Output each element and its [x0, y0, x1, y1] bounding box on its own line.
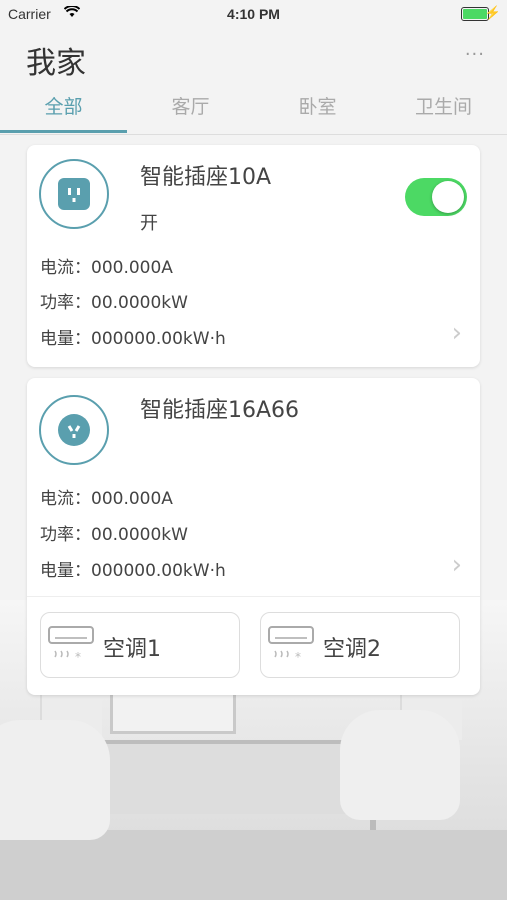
chevron-right-icon[interactable]: › — [452, 550, 462, 580]
svg-text:*: * — [295, 650, 301, 664]
tab-bedroom[interactable]: 卧室 — [254, 92, 381, 119]
status-bar: Carrier 4:10 PM ⚡ — [0, 0, 507, 28]
tab-living-room[interactable]: 客厅 — [127, 92, 254, 119]
device-card[interactable]: 智能插座16A66 电流：000.000A 功率：00.0000kW 电量：00… — [27, 378, 480, 695]
device-name: 智能插座10A — [140, 165, 272, 190]
divider — [27, 596, 480, 597]
ac-unit-label: 空调1 — [103, 637, 161, 662]
svg-text:*: * — [75, 650, 81, 664]
device-name: 智能插座16A66 — [140, 398, 300, 423]
power-reading: 功率：00.0000kW — [40, 525, 188, 545]
air-conditioner-icon: * — [47, 625, 95, 665]
more-options-icon[interactable]: ··· — [465, 44, 485, 65]
power-switch[interactable] — [405, 178, 467, 216]
charging-icon: ⚡ — [484, 5, 501, 20]
device-status: 开 — [140, 213, 158, 234]
air-conditioner-icon: * — [267, 625, 315, 665]
energy-reading: 电量：000000.00kW·h — [40, 329, 226, 349]
power-reading: 功率：00.0000kW — [40, 293, 188, 313]
ac-unit-label: 空调2 — [323, 637, 381, 662]
chevron-right-icon[interactable]: › — [452, 318, 462, 348]
tab-bathroom[interactable]: 卫生间 — [380, 92, 507, 119]
page-title: 我家 — [26, 46, 86, 81]
tab-all[interactable]: 全部 — [0, 92, 127, 119]
current-reading: 电流：000.000A — [40, 489, 173, 509]
room-tab-bar: 全部 客厅 卧室 卫生间 — [0, 88, 507, 135]
ac-unit-2-button[interactable]: * 空调2 — [260, 612, 460, 678]
smart-socket-icon — [39, 159, 109, 229]
device-card[interactable]: 智能插座10A 开 电流：000.000A 功率：00.0000kW 电量：00… — [27, 145, 480, 367]
ac-unit-1-button[interactable]: * 空调1 — [40, 612, 240, 678]
clock-label: 4:10 PM — [227, 6, 280, 22]
smart-socket-icon — [39, 395, 109, 465]
current-reading: 电流：000.000A — [40, 258, 173, 278]
active-tab-indicator — [0, 130, 127, 133]
energy-reading: 电量：000000.00kW·h — [40, 561, 226, 581]
